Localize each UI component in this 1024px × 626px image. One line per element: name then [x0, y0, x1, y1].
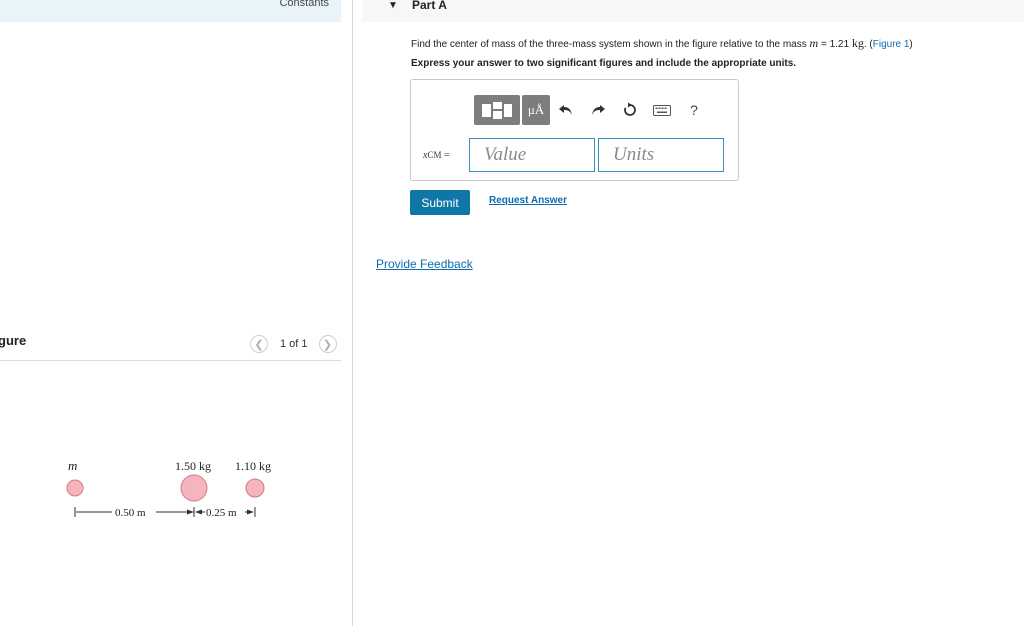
provide-feedback-link[interactable]: Provide Feedback — [376, 257, 473, 271]
templates-icon[interactable] — [474, 95, 520, 125]
answer-label-sub: CM — [427, 150, 442, 160]
units-input[interactable] — [598, 138, 724, 172]
ball-m — [66, 479, 84, 497]
instruction-text: Express your answer to two significant f… — [411, 58, 797, 69]
chevron-right-icon[interactable]: ❯ — [318, 335, 337, 353]
redo-icon[interactable] — [582, 95, 614, 125]
help-icon[interactable]: ? — [678, 95, 710, 125]
figure-heading: gure — [0, 333, 27, 348]
figure-pager: ❮ 1 of 1 ❯ — [250, 334, 337, 354]
question-prefix: Find the center of mass of the three-mas… — [411, 39, 807, 50]
question-text: Find the center of mass of the three-mas… — [411, 36, 913, 51]
question-equals: = 1.21 — [820, 39, 850, 50]
value-input[interactable] — [469, 138, 595, 172]
figure-link[interactable]: Figure 1 — [873, 39, 910, 50]
answer-label: xCM = — [423, 150, 450, 161]
constants-link[interactable]: Constants — [279, 0, 329, 9]
figure-divider — [0, 360, 341, 361]
submit-button[interactable]: Submit — [410, 190, 470, 215]
dim-arrow-2b — [247, 509, 254, 515]
figure-panel: Constants gure ❮ 1 of 1 ❯ m 1.50 kg 1.10… — [0, 0, 353, 626]
answer-box: μÅ ? xCM = — [410, 79, 739, 181]
question-after: . ( — [863, 39, 873, 50]
part-header[interactable]: ▼ Part A — [362, 0, 1024, 22]
request-answer-link[interactable]: Request Answer — [489, 195, 567, 206]
undo-icon[interactable] — [550, 95, 582, 125]
mass-label-2: 1.10 kg — [235, 459, 271, 473]
pager-count: 1 of 1 — [280, 338, 308, 350]
ball-1-10kg — [245, 478, 265, 498]
caret-down-icon[interactable]: ▼ — [388, 0, 398, 11]
dim-arrow-1 — [187, 509, 194, 515]
math-toolbar: μÅ ? — [474, 95, 710, 125]
mass-label-m: m — [68, 458, 77, 473]
keyboard-icon[interactable] — [646, 95, 678, 125]
answer-label-equals: = — [441, 150, 450, 161]
question-close: ) — [909, 39, 913, 50]
dimension-label-1: 0.50 m — [115, 507, 146, 519]
part-title: Part A — [412, 0, 447, 12]
three-mass-figure: m 1.50 kg 1.10 kg 0.50 m 0.25 m — [66, 458, 271, 519]
reset-icon[interactable] — [614, 95, 646, 125]
mass-label-1: 1.50 kg — [175, 459, 211, 473]
units-button[interactable]: μÅ — [522, 95, 550, 125]
chevron-left-icon[interactable]: ❮ — [250, 335, 268, 353]
dim-arrow-2a — [195, 509, 202, 515]
question-variable: m — [809, 36, 819, 50]
constants-bar: Constants — [0, 0, 341, 22]
dimension-label-2: 0.25 m — [206, 507, 237, 519]
ball-1-50kg — [180, 474, 208, 502]
question-unit: kg — [851, 36, 864, 50]
